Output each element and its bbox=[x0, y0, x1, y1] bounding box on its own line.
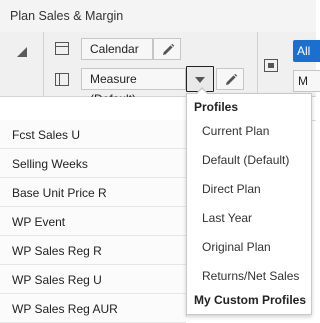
calendar-button[interactable]: Calendar bbox=[81, 38, 153, 60]
profiles-popup: Profiles Current Plan Default (Default) … bbox=[186, 93, 312, 315]
row-label: Selling Weeks bbox=[12, 157, 88, 171]
menu-item-last-year[interactable]: Last Year bbox=[187, 206, 311, 230]
pencil-icon bbox=[226, 73, 238, 85]
table-row[interactable]: Base Unit Price R bbox=[0, 178, 186, 207]
menu-item-current-plan[interactable]: Current Plan bbox=[187, 119, 311, 143]
divider bbox=[43, 32, 44, 96]
layout-columns-icon[interactable] bbox=[55, 73, 69, 86]
menu-item-original-plan[interactable]: Original Plan bbox=[187, 235, 311, 259]
popup-notch-inner bbox=[197, 89, 207, 94]
table-row[interactable]: WP Sales Reg U bbox=[0, 265, 186, 294]
corner-triangle-icon[interactable] bbox=[17, 47, 27, 57]
layout-box-icon[interactable] bbox=[264, 59, 278, 72]
title-bar: Plan Sales & Margin bbox=[0, 0, 316, 33]
all-button[interactable]: All bbox=[293, 40, 320, 62]
row-label: WP Sales Reg U bbox=[12, 273, 102, 287]
menu-item-direct-plan[interactable]: Direct Plan bbox=[187, 177, 311, 201]
table-row[interactable]: Selling Weeks bbox=[0, 149, 186, 178]
table-row[interactable]: WP Sales Reg AUR bbox=[0, 294, 186, 323]
row-label: Fcst Sales U bbox=[12, 128, 81, 142]
table-row[interactable]: WP Event bbox=[0, 207, 186, 236]
edit-calendar-button[interactable] bbox=[153, 38, 181, 60]
chevron-down-icon bbox=[195, 77, 205, 83]
layout-rows-icon[interactable] bbox=[55, 42, 69, 55]
custom-profiles-header[interactable]: My Custom Profiles bbox=[194, 293, 306, 307]
table-row[interactable]: WP Sales Reg R bbox=[0, 236, 186, 265]
measure-button[interactable]: Measure (Default) bbox=[81, 68, 186, 106]
menu-item-default[interactable]: Default (Default) bbox=[187, 148, 311, 172]
row-label: Base Unit Price R bbox=[12, 186, 107, 200]
edit-measure-button[interactable] bbox=[216, 68, 244, 90]
row-label: WP Event bbox=[12, 215, 66, 229]
pencil-icon bbox=[163, 43, 175, 55]
row-label: WP Sales Reg AUR bbox=[12, 302, 118, 316]
m-button[interactable]: M bbox=[293, 70, 320, 92]
table-row[interactable]: Fcst Sales U bbox=[0, 120, 186, 149]
row-label: WP Sales Reg R bbox=[12, 244, 102, 258]
profiles-header: Profiles bbox=[194, 100, 239, 114]
divider bbox=[257, 32, 258, 96]
menu-item-returns-net-sales[interactable]: Returns/Net Sales bbox=[187, 264, 311, 288]
page-title: Plan Sales & Margin bbox=[10, 9, 124, 23]
